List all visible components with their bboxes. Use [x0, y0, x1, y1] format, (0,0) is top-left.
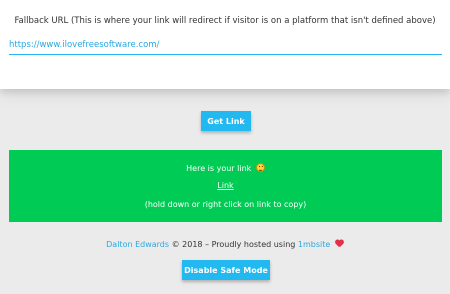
host-link[interactable]: 1mbsite — [298, 240, 330, 249]
fallback-url-label: Fallback URL (This is where your link wi… — [14, 16, 436, 26]
result-title: Here is your link — [186, 164, 252, 173]
heart-gem-icon — [335, 240, 344, 248]
copyright-text: © 2018 – Proudly hosted using — [171, 240, 296, 249]
copy-hint: (hold down or right click on link to cop… — [144, 200, 307, 209]
disable-safe-mode-button[interactable]: Disable Safe Mode — [182, 260, 270, 280]
generated-link[interactable]: Link — [9, 181, 442, 190]
fallback-url-input[interactable] — [9, 38, 442, 55]
footer: Dalton Edwards © 2018 – Proudly hosted u… — [0, 240, 450, 249]
grinning-face-icon — [255, 163, 265, 172]
page: Fallback URL (This is where your link wi… — [0, 0, 450, 294]
get-link-button[interactable]: Get Link — [201, 111, 251, 131]
fallback-card: Fallback URL (This is where your link wi… — [0, 0, 450, 89]
result-title-row: Here is your link — [9, 163, 442, 173]
author-link[interactable]: Dalton Edwards — [106, 240, 169, 249]
result-panel: Here is your link Link (hold down or rig… — [9, 150, 442, 222]
